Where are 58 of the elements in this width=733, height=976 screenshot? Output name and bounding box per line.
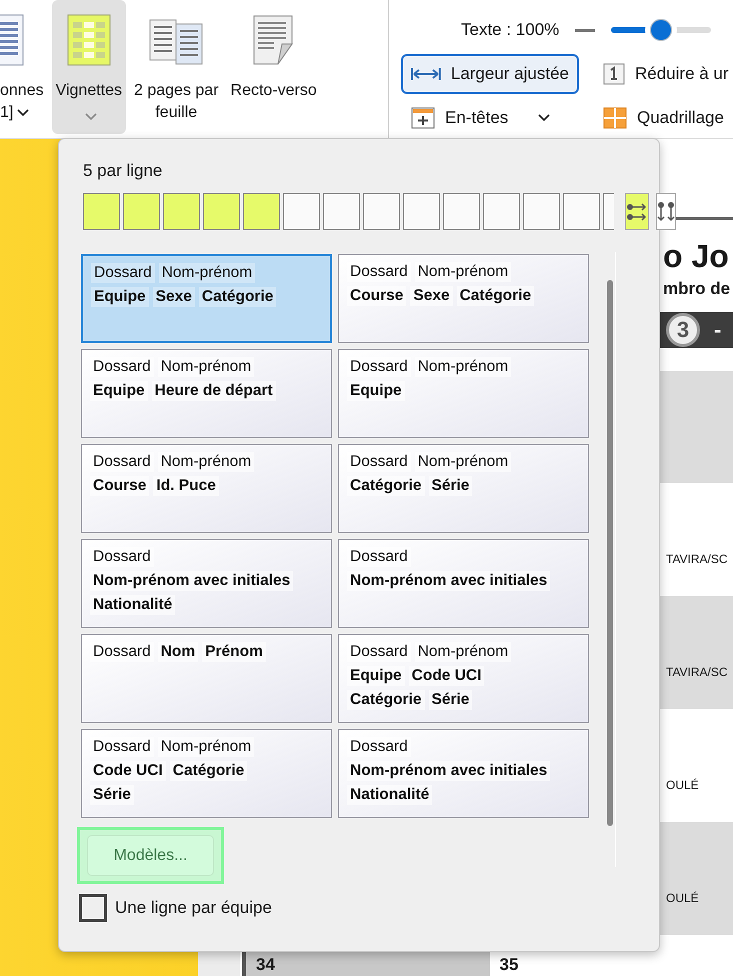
per-row-cell[interactable]	[83, 193, 120, 230]
page-one-icon	[603, 63, 625, 85]
per-row-cell[interactable]	[123, 193, 160, 230]
template-card[interactable]: Dossard Nom-prénom Equipe Code UCI Catégorie Série	[338, 634, 589, 723]
club-text: TAVIRA/SC	[666, 552, 728, 566]
template-card[interactable]: Dossard Nom-prénom Equipe Sexe Catégorie	[81, 254, 332, 343]
document-title: o Jo	[663, 236, 729, 276]
layout-button[interactable]: Vignettes	[52, 0, 126, 134]
layout-button[interactable]: Recto-verso	[226, 0, 321, 108]
checkbox[interactable]	[79, 894, 107, 922]
club-text: OULÉ	[666, 891, 699, 906]
header-add-icon	[411, 107, 435, 129]
club-text: OULÉ	[666, 778, 699, 792]
per-row-cell[interactable]	[243, 193, 280, 230]
per-row-cell[interactable]	[483, 193, 520, 230]
order-button[interactable]	[625, 193, 649, 230]
grid-icon	[603, 107, 627, 129]
per-row-cell[interactable]	[603, 193, 614, 230]
zoom-out-button[interactable]	[575, 28, 596, 32]
template-card[interactable]: Dossard Nom-prénom avec initiales Nationalité	[338, 729, 589, 818]
per-row-cell[interactable]	[163, 193, 200, 230]
horizontal-order-icon	[626, 202, 648, 220]
view-button[interactable]: Réduire à ur	[593, 54, 733, 94]
view-button[interactable]: Quadrillage	[593, 98, 733, 138]
template-card[interactable]: Dossard Nom-prénom Catégorie Série	[338, 444, 589, 533]
layout-button[interactable]: onnes 1]	[0, 0, 48, 130]
per-row-cell[interactable]	[443, 193, 480, 230]
section-number: 3	[666, 312, 700, 347]
per-row-cell[interactable]	[203, 193, 240, 230]
template-card[interactable]: Dossard Nom-prénom Course Sexe Catégorie	[338, 254, 589, 343]
checkbox-label: Une ligne par équipe	[115, 898, 272, 918]
view-button[interactable]: En-têtes	[401, 98, 579, 138]
per-row-cell[interactable]	[363, 193, 400, 230]
document-subtitle: mbro de	[663, 278, 730, 300]
template-card[interactable]: Dossard Nom Prénom	[81, 634, 332, 723]
template-card[interactable]: Dossard Nom-prénom Equipe	[338, 349, 589, 438]
per-row-cell[interactable]	[523, 193, 560, 230]
per-row-cell[interactable]	[283, 193, 320, 230]
order-button[interactable]	[656, 193, 676, 230]
per-row-cell[interactable]	[563, 193, 600, 230]
section-dash: -	[714, 316, 722, 343]
text-zoom-label: Texte : 100%	[461, 20, 560, 40]
thumbnails-icon	[66, 14, 111, 66]
per-row-cell[interactable]	[403, 193, 440, 230]
curled-page-icon	[252, 14, 296, 66]
template-card[interactable]: Dossard Nom-prénom Code UCI Catégorie Série	[81, 729, 332, 818]
models-button[interactable]: Modèles...	[87, 835, 214, 876]
per-row-cell[interactable]	[323, 193, 360, 230]
view-button[interactable]: Largeur ajustée	[401, 54, 579, 94]
template-card[interactable]: Dossard Nom-prénom Equipe Heure de départ	[81, 349, 332, 438]
club-text: TAVIRA/SC	[666, 665, 728, 680]
per-row-label: 5 par ligne	[83, 161, 164, 181]
template-card[interactable]: Dossard Nom-prénom avec initiales Nationalité	[81, 539, 332, 628]
template-card[interactable]: Dossard Nom-prénom avec initiales	[338, 539, 589, 628]
fit-width-icon	[411, 67, 441, 81]
template-card[interactable]: Dossard Nom-prénom Course Id. Puce	[81, 444, 332, 533]
vertical-order-icon	[657, 200, 675, 222]
layout-button[interactable]: 2 pages par feuille	[130, 0, 223, 130]
